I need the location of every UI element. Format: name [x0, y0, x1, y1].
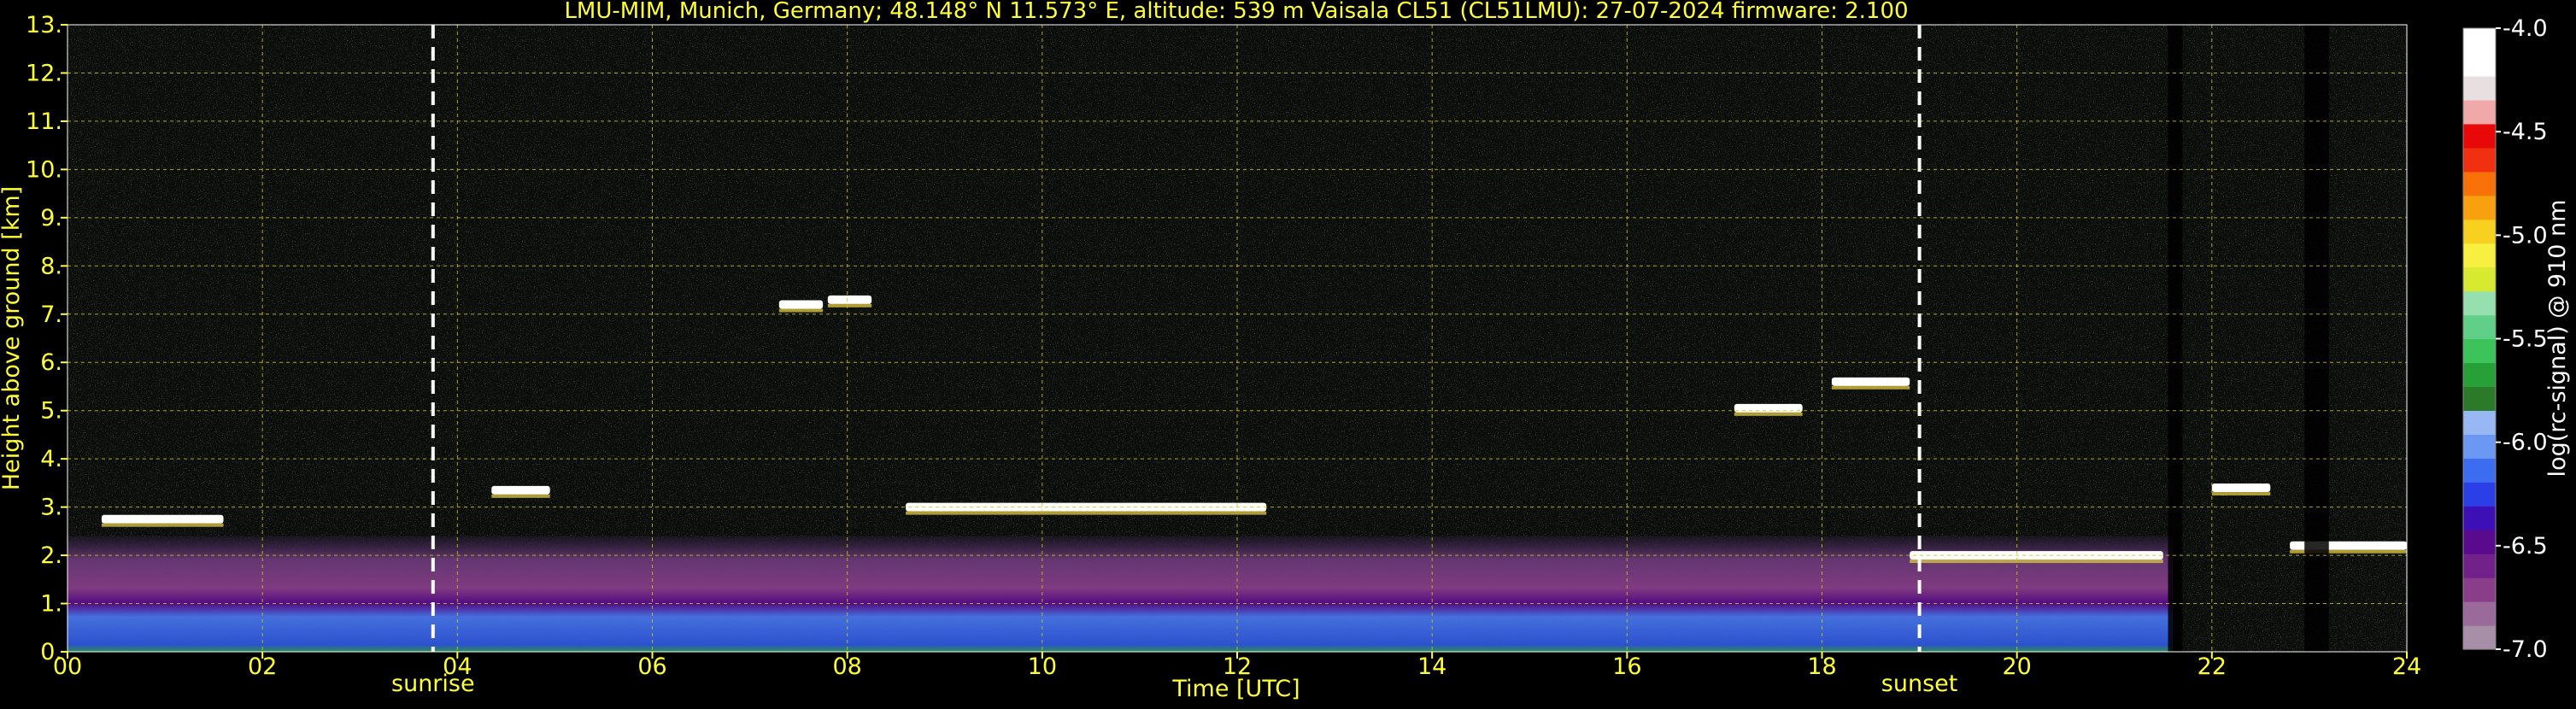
cloud-layer-base — [1910, 560, 2163, 564]
x-tick-label: 14 — [1417, 653, 1446, 680]
colorbar-label: log(rc-signal) @ 910 nm — [2544, 200, 2571, 478]
colorbar-tick-label: -6.0 — [2503, 430, 2548, 456]
cloud-layer-base — [906, 511, 1267, 515]
colorbar-segment — [2463, 195, 2496, 220]
y-tick-label: 0. — [40, 639, 62, 665]
y-tick-label: 12. — [26, 60, 62, 86]
colorbar-tick-label: -5.0 — [2503, 222, 2548, 249]
y-tick-label: 4. — [40, 446, 62, 472]
cloud-layer-base — [778, 308, 824, 313]
cloud-layer — [1734, 403, 1803, 413]
cloud-layer — [2211, 483, 2271, 493]
y-axis-label: Height above ground [km] — [0, 186, 25, 490]
colorbar-tick-label: -6.5 — [2503, 533, 2548, 560]
y-tick-label: 13. — [26, 12, 62, 38]
x-tick-label: 24 — [2392, 653, 2421, 680]
plot-area — [67, 25, 2407, 652]
cloud-layer — [778, 300, 824, 309]
x-tick-label: 16 — [1612, 653, 1641, 680]
colorbar-segment — [2463, 290, 2496, 316]
colorbar-segment — [2463, 506, 2496, 530]
colorbar-segment — [2463, 28, 2496, 53]
cloud-layer — [1831, 377, 1910, 386]
cloud-layer — [101, 514, 224, 524]
colorbar-segment — [2463, 434, 2496, 459]
colorbar-segment — [2463, 219, 2496, 244]
cloud-layer-base — [1734, 412, 1803, 416]
colorbar-segment — [2463, 530, 2496, 554]
y-tick-label: 2. — [40, 542, 62, 569]
chart-svg: LMU-MIM, Munich, Germany; 48.148° N 11.5… — [0, 0, 2571, 702]
colorbar-segment — [2463, 577, 2496, 602]
colorbar-segment — [2463, 601, 2496, 626]
colorbar-tick-label: -4.0 — [2503, 15, 2548, 42]
y-tick-label: 11. — [26, 108, 62, 135]
data-gap — [2168, 25, 2183, 652]
y-tick-label: 9. — [40, 205, 62, 231]
cloud-layer-base — [827, 303, 872, 308]
x-tick-label: 08 — [832, 653, 861, 680]
colorbar-segment — [2463, 171, 2496, 196]
x-tick-label: 06 — [637, 653, 666, 680]
x-tick-label: 04 — [443, 653, 472, 680]
y-tick-label: 10. — [26, 156, 62, 183]
annotation-label: sunset — [1881, 671, 1958, 697]
colorbar-segment — [2463, 147, 2496, 173]
colorbar-segment — [2463, 267, 2496, 292]
colorbar-segment — [2463, 314, 2496, 340]
x-tick-label: 02 — [248, 653, 277, 680]
ceilometer-chart: LMU-MIM, Munich, Germany; 48.148° N 11.5… — [0, 0, 2576, 706]
cloud-layer-base — [491, 494, 550, 498]
y-tick-label: 5. — [40, 398, 62, 425]
colorbar-segment — [2463, 99, 2496, 125]
colorbar-segment — [2463, 243, 2496, 268]
cloud-layer-base — [101, 523, 224, 527]
colorbar-segment — [2463, 362, 2496, 388]
colorbar-segment — [2463, 554, 2496, 578]
x-axis-label: Time [UTC] — [1171, 676, 1300, 702]
cloud-layer-base — [2211, 492, 2271, 496]
y-tick-label: 1. — [40, 591, 62, 618]
colorbar-segment — [2463, 410, 2496, 435]
aerosol-layer — [67, 536, 2174, 652]
colorbar-segment — [2463, 75, 2496, 101]
colorbar-segment — [2463, 338, 2496, 364]
y-axis: 0. 1. 2. 3. 4. 5. 6. 7. 8. 9. 10. 11. 12. 13. — [26, 12, 67, 665]
colorbar-tick-label: -7.0 — [2503, 636, 2548, 663]
x-tick-label: 20 — [2002, 653, 2031, 680]
chart-title: LMU-MIM, Munich, Germany; 48.148° N 11.5… — [564, 0, 1908, 24]
x-tick-label: 18 — [1807, 653, 1836, 680]
x-tick-label: 22 — [2198, 653, 2227, 680]
cloud-layer — [827, 295, 872, 304]
y-tick-label: 3. — [40, 495, 62, 521]
cloud-layer — [491, 485, 550, 495]
colorbar-tick-label: -4.5 — [2503, 119, 2548, 145]
colorbar-segment — [2463, 123, 2496, 149]
y-tick-label: 7. — [40, 302, 62, 328]
y-tick-label: 6. — [40, 349, 62, 376]
colorbar-segment — [2463, 482, 2496, 507]
colorbar-tick-label: -5.5 — [2503, 326, 2548, 353]
colorbar-segment — [2463, 386, 2496, 411]
data-gap — [2304, 25, 2329, 652]
colorbar-segment — [2463, 51, 2496, 77]
colorbar-segment — [2463, 625, 2496, 650]
x-tick-label: 10 — [1028, 653, 1057, 680]
cloud-layer-base — [1831, 385, 1910, 390]
colorbar: -4.0 -4.5 -5.0 -5.5 -6.0 -6.5 -7.0 — [2462, 15, 2548, 663]
colorbar-segment — [2463, 458, 2496, 483]
y-tick-label: 8. — [40, 253, 62, 279]
